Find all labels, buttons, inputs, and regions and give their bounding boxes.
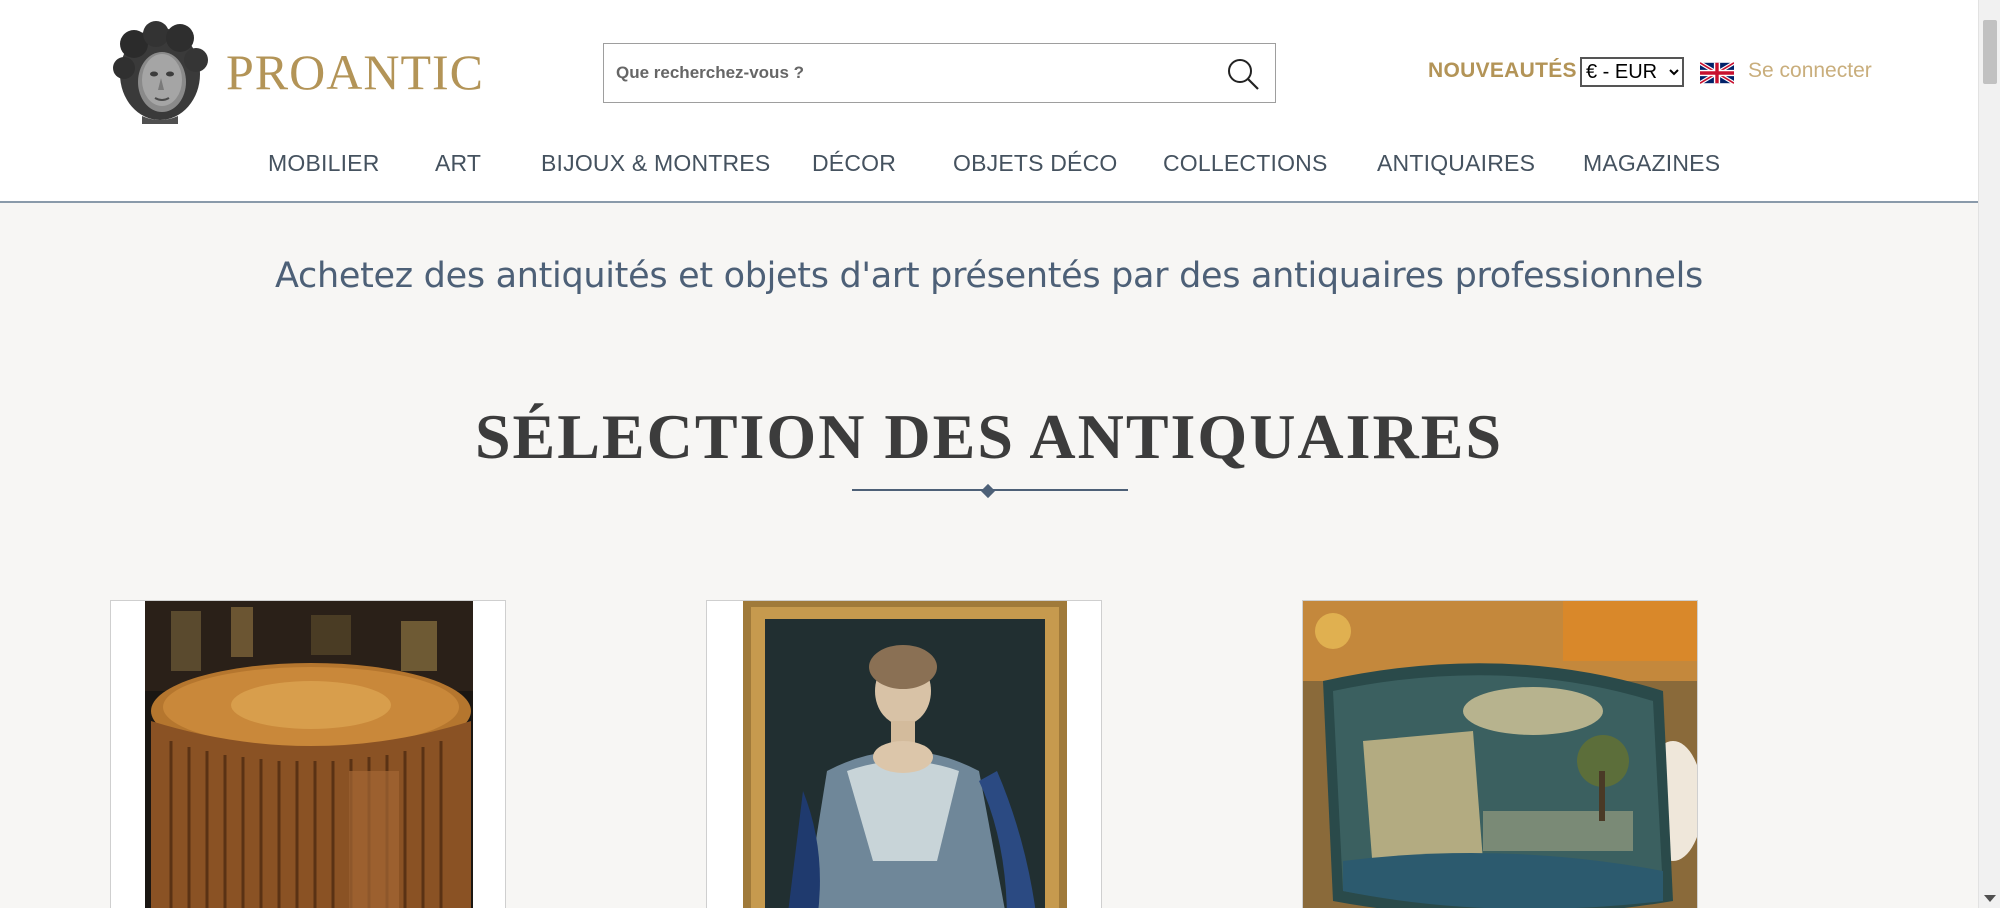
nav-item-bijoux-montres[interactable]: BIJOUX & MONTRES: [541, 150, 770, 177]
currency-select[interactable]: € - EUR: [1580, 57, 1684, 87]
logo-sculpture-icon: [113, 21, 208, 124]
login-link[interactable]: Se connecter: [1748, 59, 1872, 83]
search-bar: [603, 43, 1276, 103]
nav-item-mobilier[interactable]: MOBILIER: [268, 150, 380, 177]
page-scrollbar[interactable]: [1978, 0, 2000, 908]
painted-box-image: [1303, 601, 1697, 908]
site-tagline: Achetez des antiquités et objets d'art p…: [275, 256, 1703, 296]
nav-item-magazines[interactable]: MAGAZINES: [1583, 150, 1720, 177]
product-card-commode[interactable]: [110, 600, 506, 908]
divider-diamond-icon: [980, 483, 996, 499]
nav-item-objets-deco[interactable]: OBJETS DÉCO: [953, 150, 1118, 177]
section-title: SÉLECTION DES ANTIQUAIRES: [474, 401, 1504, 472]
scroll-down-arrow-icon[interactable]: [1984, 895, 1996, 902]
nav-item-art[interactable]: ART: [435, 150, 481, 177]
search-icon[interactable]: [1225, 56, 1261, 92]
news-link[interactable]: NOUVEAUTÉS: [1428, 59, 1577, 83]
scrollbar-thumb[interactable]: [1983, 20, 1997, 84]
portrait-image: [707, 601, 1101, 908]
uk-flag-icon[interactable]: [1700, 60, 1734, 86]
product-card-portrait[interactable]: [706, 600, 1102, 908]
nav-item-collections[interactable]: COLLECTIONS: [1163, 150, 1328, 177]
site-logo[interactable]: PROANTIC: [112, 20, 484, 124]
brand-name: PROANTIC: [226, 44, 485, 100]
nav-item-antiquaires[interactable]: ANTIQUAIRES: [1377, 150, 1535, 177]
nav-item-decor[interactable]: DÉCOR: [812, 150, 896, 177]
search-input[interactable]: [604, 44, 1204, 102]
product-card-painted-box[interactable]: [1302, 600, 1698, 908]
site-header: PROANTIC NOUVEAUTÉS € - EUR Se connecter…: [0, 0, 1978, 203]
commode-image: [111, 601, 505, 908]
